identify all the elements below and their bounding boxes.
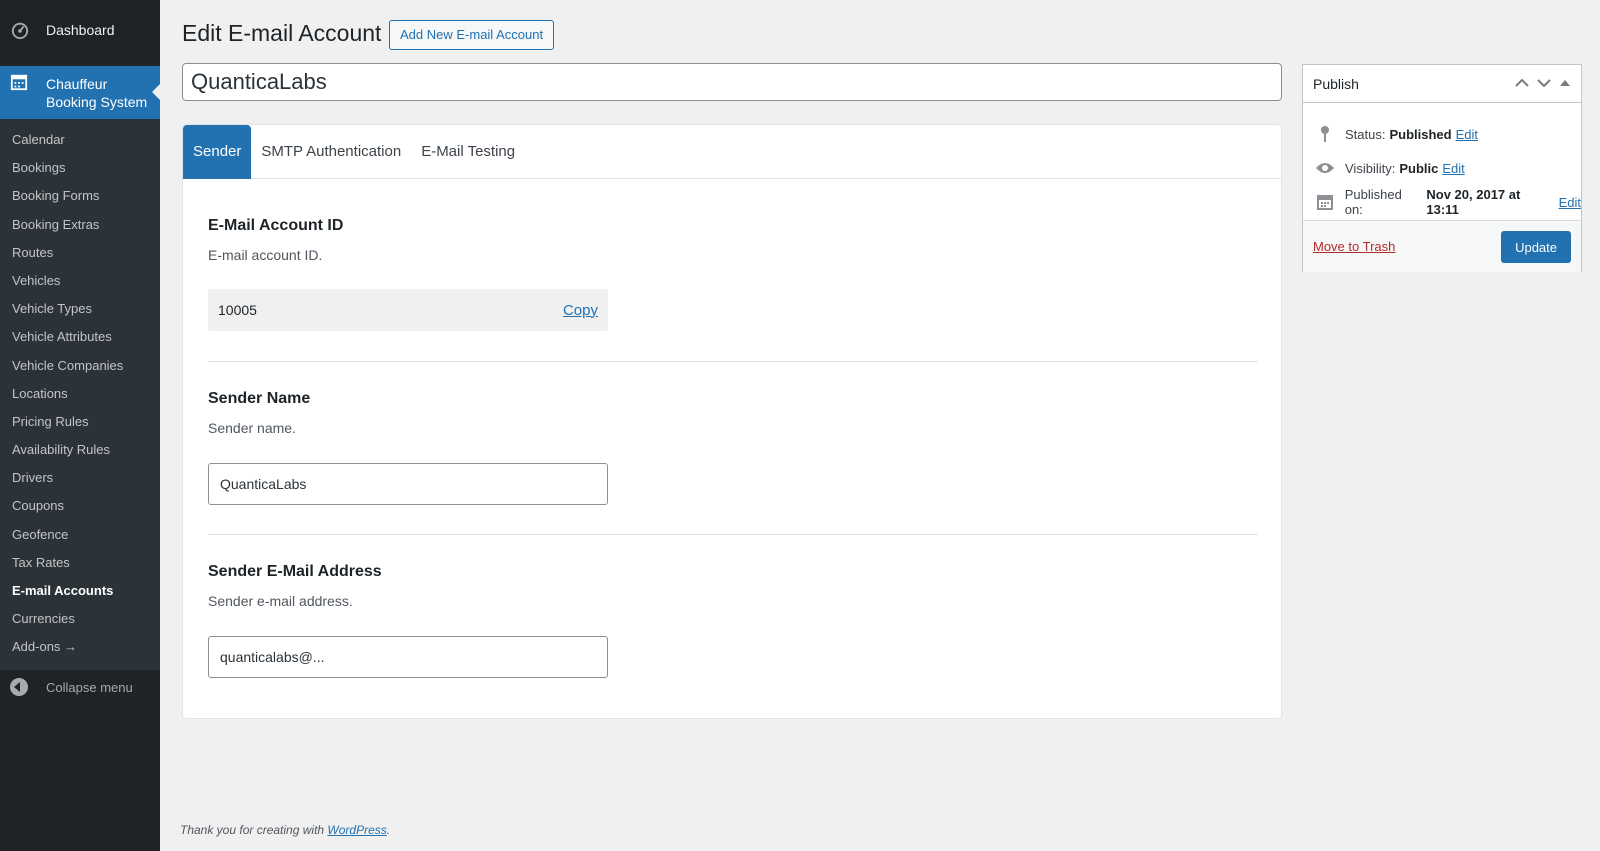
field-description: Sender name. — [208, 420, 296, 436]
divider — [208, 361, 1258, 362]
sidebar-item-calendar[interactable]: Calendar — [0, 126, 160, 154]
account-id-box: 10005 Copy — [208, 289, 608, 331]
sidebar-item-pricing-rules[interactable]: Pricing Rules — [0, 408, 160, 436]
sidebar-item-locations[interactable]: Locations — [0, 380, 160, 408]
footer-text: Thank you for creating with — [180, 823, 328, 837]
sidebar-item-availability-rules[interactable]: Availability Rules — [0, 436, 160, 464]
publish-box: Publish Status: Published Edit Visibilit… — [1302, 64, 1582, 272]
publish-visibility-row: Visibility: Public Edit — [1303, 151, 1581, 185]
copy-link[interactable]: Copy — [563, 302, 598, 319]
sidebar-item-geofence[interactable]: Geofence — [0, 521, 160, 549]
tab-bar: Sender SMTP Authentication E-Mail Testin… — [183, 125, 1281, 179]
tab-email-testing[interactable]: E-Mail Testing — [411, 125, 525, 179]
add-new-email-account-button[interactable]: Add New E-mail Account — [389, 20, 555, 50]
toggle-panel-icon[interactable] — [1559, 76, 1571, 91]
sidebar-item-routes[interactable]: Routes — [0, 239, 160, 267]
field-description: Sender e-mail address. — [208, 593, 353, 609]
published-value: Nov 20, 2017 at 13:11 — [1426, 187, 1521, 217]
sidebar-item-label: Dashboard — [46, 22, 115, 38]
field-label: E-Mail Account ID — [208, 217, 344, 234]
sidebar-item-coupons[interactable]: Coupons — [0, 492, 160, 520]
page-title: Edit E-mail Account — [182, 20, 382, 46]
sidebar-item-tax-rates[interactable]: Tax Rates — [0, 549, 160, 577]
published-label: Published on: — [1344, 187, 1402, 217]
sidebar-item-bookings[interactable]: Bookings — [0, 154, 160, 182]
sidebar-item-booking-forms[interactable]: Booking Forms — [0, 182, 160, 210]
publish-status-row: Status: Published Edit — [1303, 117, 1581, 151]
field-label: Sender E-Mail Address — [208, 563, 382, 580]
sidebar-item-chauffeur-booking[interactable]: Chauffeur Booking System — [0, 66, 160, 119]
sender-email-input[interactable]: quanticalabs@... — [208, 636, 608, 678]
calendar-icon — [1315, 192, 1335, 212]
update-button[interactable]: Update — [1501, 230, 1571, 263]
move-down-icon[interactable] — [1537, 76, 1551, 91]
publish-header: Publish — [1303, 65, 1581, 103]
pin-icon — [1315, 124, 1335, 144]
sidebar-item-drivers[interactable]: Drivers — [0, 464, 160, 492]
status-label: Status: — [1345, 126, 1386, 142]
publish-actions: Move to Trash Update — [1303, 220, 1581, 272]
eye-icon — [1315, 158, 1335, 178]
email-account-panel: Sender SMTP Authentication E-Mail Testin… — [182, 124, 1282, 719]
collapse-menu-button[interactable]: Collapse menu — [0, 672, 160, 702]
footer-period: . — [386, 823, 391, 837]
sidebar-item-currencies[interactable]: Currencies — [0, 605, 160, 633]
tab-sender[interactable]: Sender — [183, 125, 252, 179]
sidebar-item-dashboard[interactable]: Dashboard — [0, 0, 160, 60]
sidebar-item-add-ons[interactable]: Add-ons → — [0, 633, 160, 661]
collapse-icon — [10, 678, 28, 696]
publish-date-row: Published on: Nov 20, 2017 at 13:11 Edit — [1303, 185, 1581, 219]
sender-email-field: Sender E-Mail Address Sender e-mail addr… — [208, 563, 1258, 609]
sidebar-item-booking-extras[interactable]: Booking Extras — [0, 211, 160, 239]
status-value: Published — [1389, 126, 1452, 142]
move-up-icon[interactable] — [1515, 76, 1529, 91]
sidebar-item-label: Chauffeur Booking System — [46, 75, 148, 110]
publish-controls — [1515, 76, 1571, 91]
visibility-label: Visibility: — [1345, 160, 1396, 176]
edit-date-link[interactable]: Edit — [1559, 195, 1581, 210]
field-label: Sender Name — [208, 390, 311, 407]
move-to-trash-link[interactable]: Move to Trash — [1313, 239, 1395, 254]
wordpress-link[interactable]: WordPress — [327, 823, 386, 837]
visibility-value: Public — [1399, 160, 1439, 176]
sidebar-item-e-mail-accounts[interactable]: E-mail Accounts — [0, 577, 160, 605]
sidebar-item-vehicle-attributes[interactable]: Vehicle Attributes — [0, 323, 160, 351]
sender-name-field: Sender Name Sender name. — [208, 390, 1258, 436]
sidebar-item-vehicles[interactable]: Vehicles — [0, 267, 160, 295]
sidebar-item-vehicle-companies[interactable]: Vehicle Companies — [0, 352, 160, 380]
calendar-icon — [10, 73, 30, 93]
collapse-menu-label: Collapse menu — [46, 679, 133, 695]
field-description: E-mail account ID. — [208, 247, 323, 263]
sidebar-item-vehicle-types[interactable]: Vehicle Types — [0, 295, 160, 323]
admin-sidebar: Dashboard Chauffeur Booking System Calen… — [0, 0, 160, 851]
publish-title: Publish — [1313, 75, 1359, 92]
sidebar-submenu: Calendar Bookings Booking Forms Booking Ext… — [0, 119, 160, 670]
account-id-value: 10005 — [218, 302, 257, 318]
admin-footer: Thank you for creating with WordPress. — [180, 823, 390, 837]
edit-visibility-link[interactable]: Edit — [1442, 161, 1464, 176]
post-title-input[interactable]: QuanticaLabs — [182, 63, 1282, 101]
divider — [208, 534, 1258, 535]
tab-smtp-authentication[interactable]: SMTP Authentication — [251, 125, 411, 179]
sender-name-input[interactable]: QuanticaLabs — [208, 463, 608, 505]
edit-status-link[interactable]: Edit — [1456, 127, 1478, 142]
dashboard-icon — [10, 20, 30, 40]
account-id-field: E-Mail Account ID E-mail account ID. — [208, 217, 1258, 263]
